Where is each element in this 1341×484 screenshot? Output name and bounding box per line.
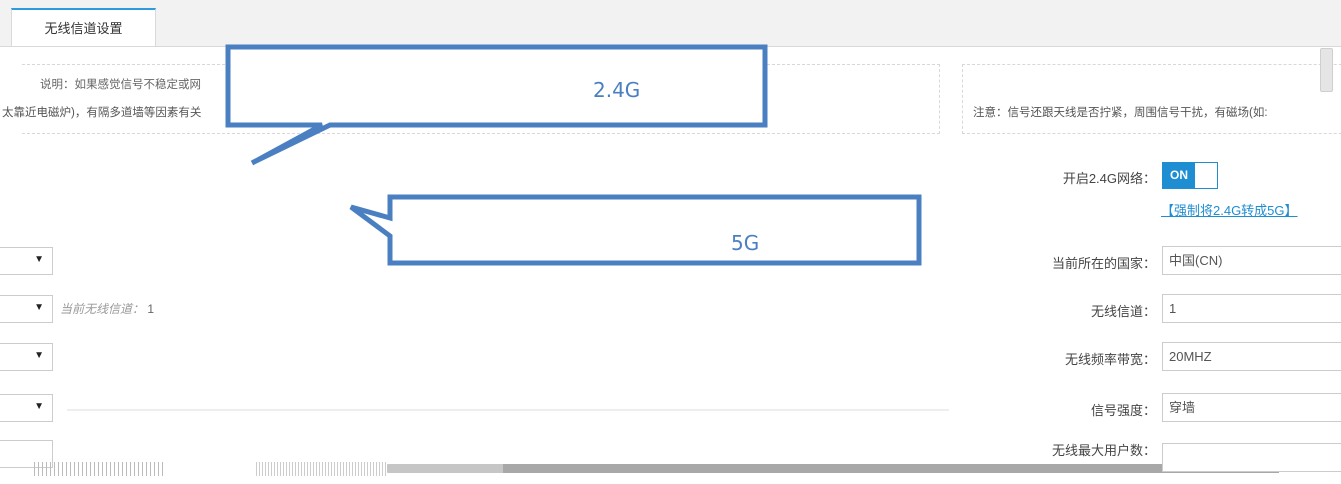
callout-24g-label: 2.4G <box>593 78 641 102</box>
chevron-down-icon: ▼ <box>34 254 44 265</box>
enable-24g-toggle[interactable]: ON <box>1162 162 1218 189</box>
notice-scrollbar[interactable] <box>1320 48 1333 92</box>
glitch-ticks <box>256 462 386 476</box>
country-select[interactable]: 中国(CN) <box>1162 246 1341 275</box>
current-channel-label: 当前无线信道： <box>60 302 145 316</box>
notice-box-right <box>962 64 1341 134</box>
select-5g-bandwidth[interactable]: ▼ <box>0 343 53 371</box>
chevron-down-icon: ▼ <box>34 401 44 412</box>
notice-box-left <box>22 64 940 134</box>
select-5g-country[interactable]: ▼ <box>0 247 53 275</box>
bandwidth-select[interactable]: 20MHZ <box>1162 342 1341 371</box>
chevron-down-icon: ▼ <box>34 302 44 313</box>
tab-bar: 无线信道设置 <box>0 0 1341 47</box>
enable-24g-label: 开启2.4G网络： <box>1062 171 1156 186</box>
strength-select[interactable]: 穿墙 <box>1162 393 1341 422</box>
bottom-strip: 无线最大用户数： <box>0 440 1341 484</box>
callout-5g-label: 5G <box>731 231 760 255</box>
channel-label: 无线信道： <box>1090 304 1156 319</box>
notice-right-text: 注意：信号还跟天线是否拧紧，周围信号干扰，有磁场(如: <box>973 107 1268 119</box>
notice-intro-text: 说明：如果感觉信号不稳定或网 <box>40 79 201 91</box>
select-5g-strength[interactable]: ▼ <box>0 394 53 422</box>
current-channel-value: 1 <box>147 302 155 316</box>
country-label: 当前所在的国家： <box>1051 256 1156 271</box>
callout-5g-bubble <box>349 194 922 266</box>
notice-area: 说明：如果感觉信号不稳定或网 太靠近电磁炉)，有隔多道墙等因素有关 注意：信号还… <box>0 64 1341 136</box>
force-24g-to-5g-link[interactable]: 【强制将2.4G转成5G】 <box>1161 200 1298 219</box>
strength-label: 信号强度： <box>1090 403 1156 418</box>
horizontal-scrollbar[interactable] <box>387 464 1279 473</box>
tab-wireless-channel-settings[interactable]: 无线信道设置 <box>11 8 156 46</box>
current-channel-hint: 当前无线信道： 1 <box>60 300 154 317</box>
channel-select[interactable]: 1 <box>1162 294 1341 323</box>
glitch-ticks <box>34 462 164 476</box>
max-users-label: 无线最大用户数： <box>1051 443 1156 458</box>
bandwidth-label: 无线频率带宽： <box>1064 352 1156 367</box>
divider <box>67 409 949 411</box>
chevron-down-icon: ▼ <box>34 350 44 361</box>
select-5g-channel[interactable]: ▼ <box>0 295 53 323</box>
max-users-input[interactable] <box>1162 443 1341 472</box>
toggle-on-label: ON <box>1163 163 1195 188</box>
notice-left-text: 太靠近电磁炉)，有隔多道墙等因素有关 <box>2 107 202 119</box>
